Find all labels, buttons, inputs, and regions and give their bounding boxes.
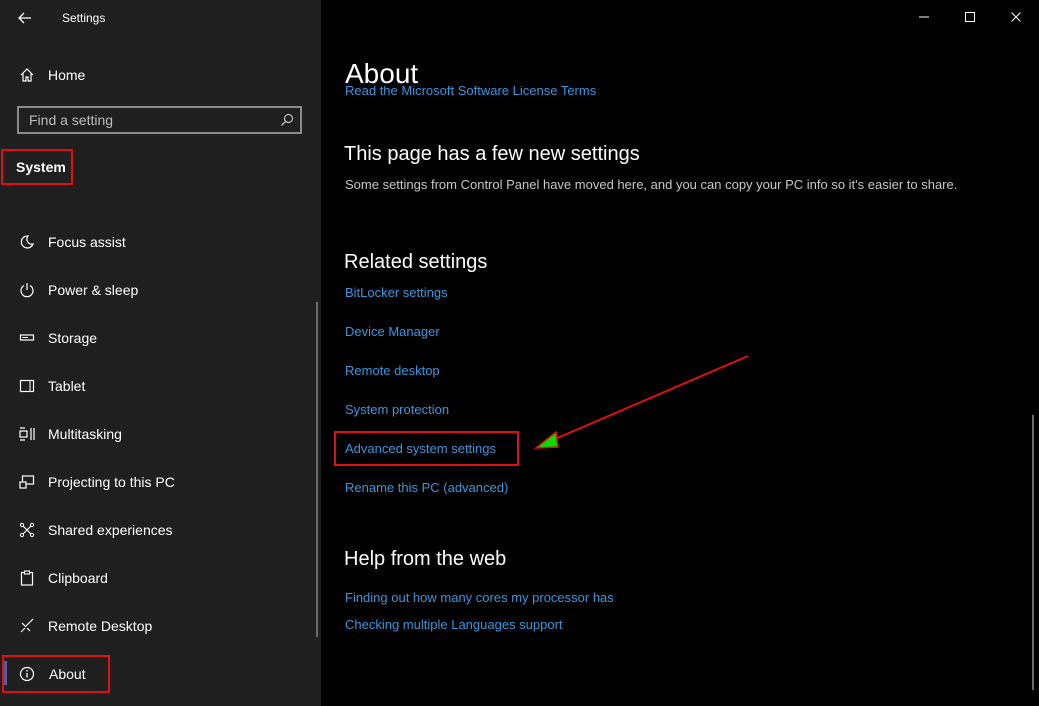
- remote-desktop-icon: [18, 617, 36, 635]
- sidebar-item-tablet[interactable]: Tablet: [18, 374, 85, 398]
- search-input[interactable]: [19, 108, 269, 132]
- help-link-languages[interactable]: Checking multiple Languages support: [345, 617, 563, 632]
- main-content: About Read the Microsoft Software Licens…: [321, 0, 1039, 706]
- back-button[interactable]: [14, 7, 36, 29]
- moon-icon: [18, 233, 36, 251]
- sidebar-item-storage[interactable]: Storage: [18, 326, 97, 350]
- remote-desktop-link[interactable]: Remote desktop: [345, 363, 440, 378]
- close-icon: [1011, 12, 1021, 22]
- search-icon[interactable]: [280, 113, 294, 127]
- sidebar-item-remote-desktop[interactable]: Remote Desktop: [18, 614, 152, 638]
- sidebar-item-label: Tablet: [48, 378, 86, 394]
- license-terms-link[interactable]: Read the Microsoft Software License Term…: [345, 86, 596, 96]
- section-title-system: System: [1, 149, 73, 185]
- sidebar-item-label: Home: [48, 67, 86, 83]
- clipboard-icon: [18, 569, 36, 587]
- sidebar-item-projecting[interactable]: Projecting to this PC: [18, 470, 175, 494]
- minimize-icon: [919, 16, 929, 18]
- back-arrow-icon: [18, 12, 31, 24]
- advanced-system-settings-link[interactable]: Advanced system settings: [345, 441, 496, 456]
- license-terms-link-text: Read the Microsoft Software License Term…: [345, 86, 597, 96]
- sidebar-item-power-sleep[interactable]: Power & sleep: [18, 278, 138, 302]
- search-box[interactable]: [17, 106, 302, 134]
- bitlocker-settings-link[interactable]: BitLocker settings: [345, 285, 448, 300]
- sidebar-item-label: Storage: [48, 330, 98, 346]
- sidebar-item-label: Power & sleep: [48, 282, 139, 298]
- device-manager-link[interactable]: Device Manager: [345, 324, 440, 339]
- shared-icon: [18, 521, 36, 539]
- sidebar-item-focus-assist[interactable]: Focus assist: [18, 230, 126, 254]
- sidebar: Settings Home System Focus assist Power …: [0, 0, 321, 706]
- power-icon: [18, 281, 36, 299]
- main-scrollbar[interactable]: [1032, 415, 1034, 690]
- maximize-button[interactable]: [947, 0, 993, 34]
- sidebar-item-label: About: [49, 666, 86, 682]
- rename-pc-link[interactable]: Rename this PC (advanced): [345, 480, 508, 495]
- sidebar-item-home[interactable]: Home: [18, 64, 85, 86]
- new-settings-heading: This page has a few new settings: [344, 143, 640, 165]
- new-settings-description: Some settings from Control Panel have mo…: [345, 177, 958, 192]
- sidebar-item-clipboard[interactable]: Clipboard: [18, 566, 108, 590]
- sidebar-item-about[interactable]: About: [18, 662, 86, 686]
- help-heading: Help from the web: [344, 548, 507, 570]
- sidebar-item-label: Clipboard: [48, 570, 108, 586]
- annotation-arrow: [533, 355, 749, 449]
- sidebar-item-label: Multitasking: [48, 426, 122, 442]
- multitasking-icon: [18, 425, 36, 443]
- section-title-label: System: [16, 159, 66, 175]
- projecting-icon: [18, 473, 36, 491]
- sidebar-item-label: Shared experiences: [48, 522, 173, 538]
- minimize-button[interactable]: [901, 0, 947, 34]
- sidebar-item-label: Remote Desktop: [48, 618, 153, 634]
- close-button[interactable]: [993, 0, 1039, 34]
- annotation-arrowhead: [533, 430, 559, 449]
- help-link-cores[interactable]: Finding out how many cores my processor …: [345, 590, 614, 605]
- maximize-icon: [965, 12, 975, 22]
- app-title: Settings: [62, 11, 106, 25]
- info-icon: [18, 665, 36, 683]
- system-protection-link[interactable]: System protection: [345, 402, 449, 417]
- sidebar-item-shared-experiences[interactable]: Shared experiences: [18, 518, 173, 542]
- storage-icon: [18, 329, 36, 347]
- related-settings-heading: Related settings: [344, 251, 488, 273]
- sidebar-item-multitasking[interactable]: Multitasking: [18, 422, 122, 446]
- sidebar-item-label: Focus assist: [48, 234, 126, 250]
- tablet-icon: [18, 377, 36, 395]
- home-icon: [18, 66, 36, 84]
- sidebar-scrollbar[interactable]: [316, 302, 318, 637]
- sidebar-item-label: Projecting to this PC: [48, 474, 175, 490]
